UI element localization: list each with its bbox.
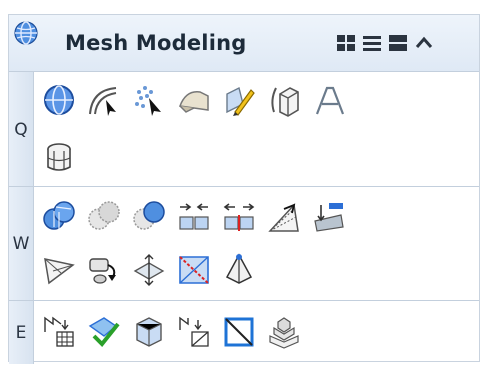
points-pick-icon[interactable] xyxy=(129,80,169,120)
section-w-tab[interactable]: W xyxy=(9,187,34,301)
quad-to-tri-icon[interactable] xyxy=(174,312,214,352)
section-w: W xyxy=(9,186,479,301)
mesh-sphere-icon[interactable] xyxy=(39,80,79,120)
pyramid-icon[interactable] xyxy=(219,249,259,289)
curves-pick-icon[interactable] xyxy=(84,80,124,120)
panel-header[interactable]: Mesh Modeling xyxy=(9,15,479,72)
section-q-tab[interactable]: Q xyxy=(9,72,34,187)
panel-title: Mesh Modeling xyxy=(65,31,247,55)
globe-icon xyxy=(14,21,38,45)
text-outline-icon[interactable] xyxy=(309,80,349,120)
panel-view-icon[interactable] xyxy=(387,33,409,53)
grid-view-icon[interactable] xyxy=(335,33,357,53)
extrude-icon[interactable] xyxy=(264,80,304,120)
section-e-tab[interactable]: E xyxy=(9,301,34,364)
move-plane-icon[interactable] xyxy=(129,249,169,289)
grid-convert-icon[interactable] xyxy=(39,312,79,352)
validate-mesh-icon[interactable] xyxy=(84,312,124,352)
mesh-subtract-icon[interactable] xyxy=(84,197,124,237)
hexagon-mesh-icon[interactable] xyxy=(129,312,169,352)
project-surface-icon[interactable] xyxy=(309,197,349,237)
mesh-union-icon[interactable] xyxy=(39,197,79,237)
collapse-icon[interactable] xyxy=(413,33,435,53)
diagonal-box-icon[interactable] xyxy=(219,312,259,352)
surface-mesh-icon[interactable] xyxy=(174,80,214,120)
flip-edge-icon[interactable] xyxy=(174,249,214,289)
cylinder-mesh-icon[interactable] xyxy=(39,137,79,177)
mesh-intersect-icon[interactable] xyxy=(129,197,169,237)
join-together-icon[interactable] xyxy=(219,197,259,237)
stack-mesh-icon[interactable] xyxy=(264,312,304,352)
rotate-copy-icon[interactable] xyxy=(84,249,124,289)
triangulate-icon[interactable] xyxy=(39,249,79,289)
list-view-icon[interactable] xyxy=(361,33,383,53)
split-apart-icon[interactable] xyxy=(174,197,214,237)
section-e: E xyxy=(9,300,479,364)
section-q: Q xyxy=(9,71,479,187)
mesh-modeling-panel: Mesh Modeling Q W E xyxy=(8,14,480,364)
fan-edges-icon[interactable] xyxy=(264,197,304,237)
edit-pencil-icon[interactable] xyxy=(219,80,259,120)
